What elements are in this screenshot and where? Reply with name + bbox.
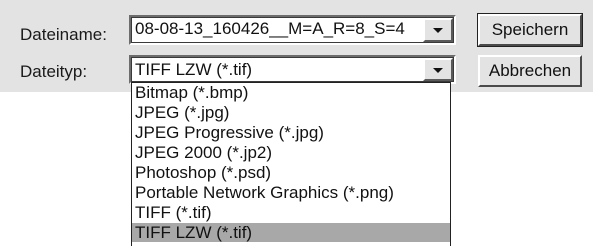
cancel-button[interactable]: Abbrechen: [478, 55, 582, 87]
list-item[interactable]: JPEG Progressive (*.jpg): [132, 123, 450, 142]
filename-dropdown-button[interactable]: [423, 18, 453, 42]
filetype-selected-value[interactable]: TIFF LZW (*.tif): [135, 59, 252, 81]
list-item[interactable]: JPEG (*.jpg): [132, 103, 450, 122]
list-item[interactable]: JPEG 2000 (*.jp2): [132, 143, 450, 162]
filename-field[interactable]: 08-08-13_160426__M=A_R=8_S=4: [129, 15, 456, 45]
list-item[interactable]: Bitmap (*.bmp): [132, 83, 450, 102]
list-item[interactable]: TIFF (*.tif): [132, 203, 450, 222]
chevron-down-icon: [433, 28, 443, 33]
filetype-label: Dateityp:: [20, 62, 88, 81]
chevron-down-icon: [433, 67, 443, 73]
save-dialog: Dateiname: 08-08-13_160426__M=A_R=8_S=4 …: [0, 0, 593, 92]
filename-value[interactable]: 08-08-13_160426__M=A_R=8_S=4: [135, 18, 405, 40]
filetype-dropdown-button[interactable]: [423, 58, 453, 81]
list-item[interactable]: Portable Network Graphics (*.png): [132, 183, 450, 202]
filetype-dropdown-list[interactable]: Bitmap (*.bmp) JPEG (*.jpg) JPEG Progres…: [131, 82, 451, 246]
list-item-selected[interactable]: TIFF LZW (*.tif): [132, 223, 450, 242]
cancel-button-label: Abbrechen: [488, 61, 572, 80]
filetype-select[interactable]: TIFF LZW (*.tif): [129, 55, 456, 84]
list-item[interactable]: Photoshop (*.psd): [132, 163, 450, 182]
save-button-label: Speichern: [491, 20, 569, 39]
save-button[interactable]: Speichern: [477, 13, 583, 47]
filename-label: Dateiname:: [20, 25, 107, 44]
